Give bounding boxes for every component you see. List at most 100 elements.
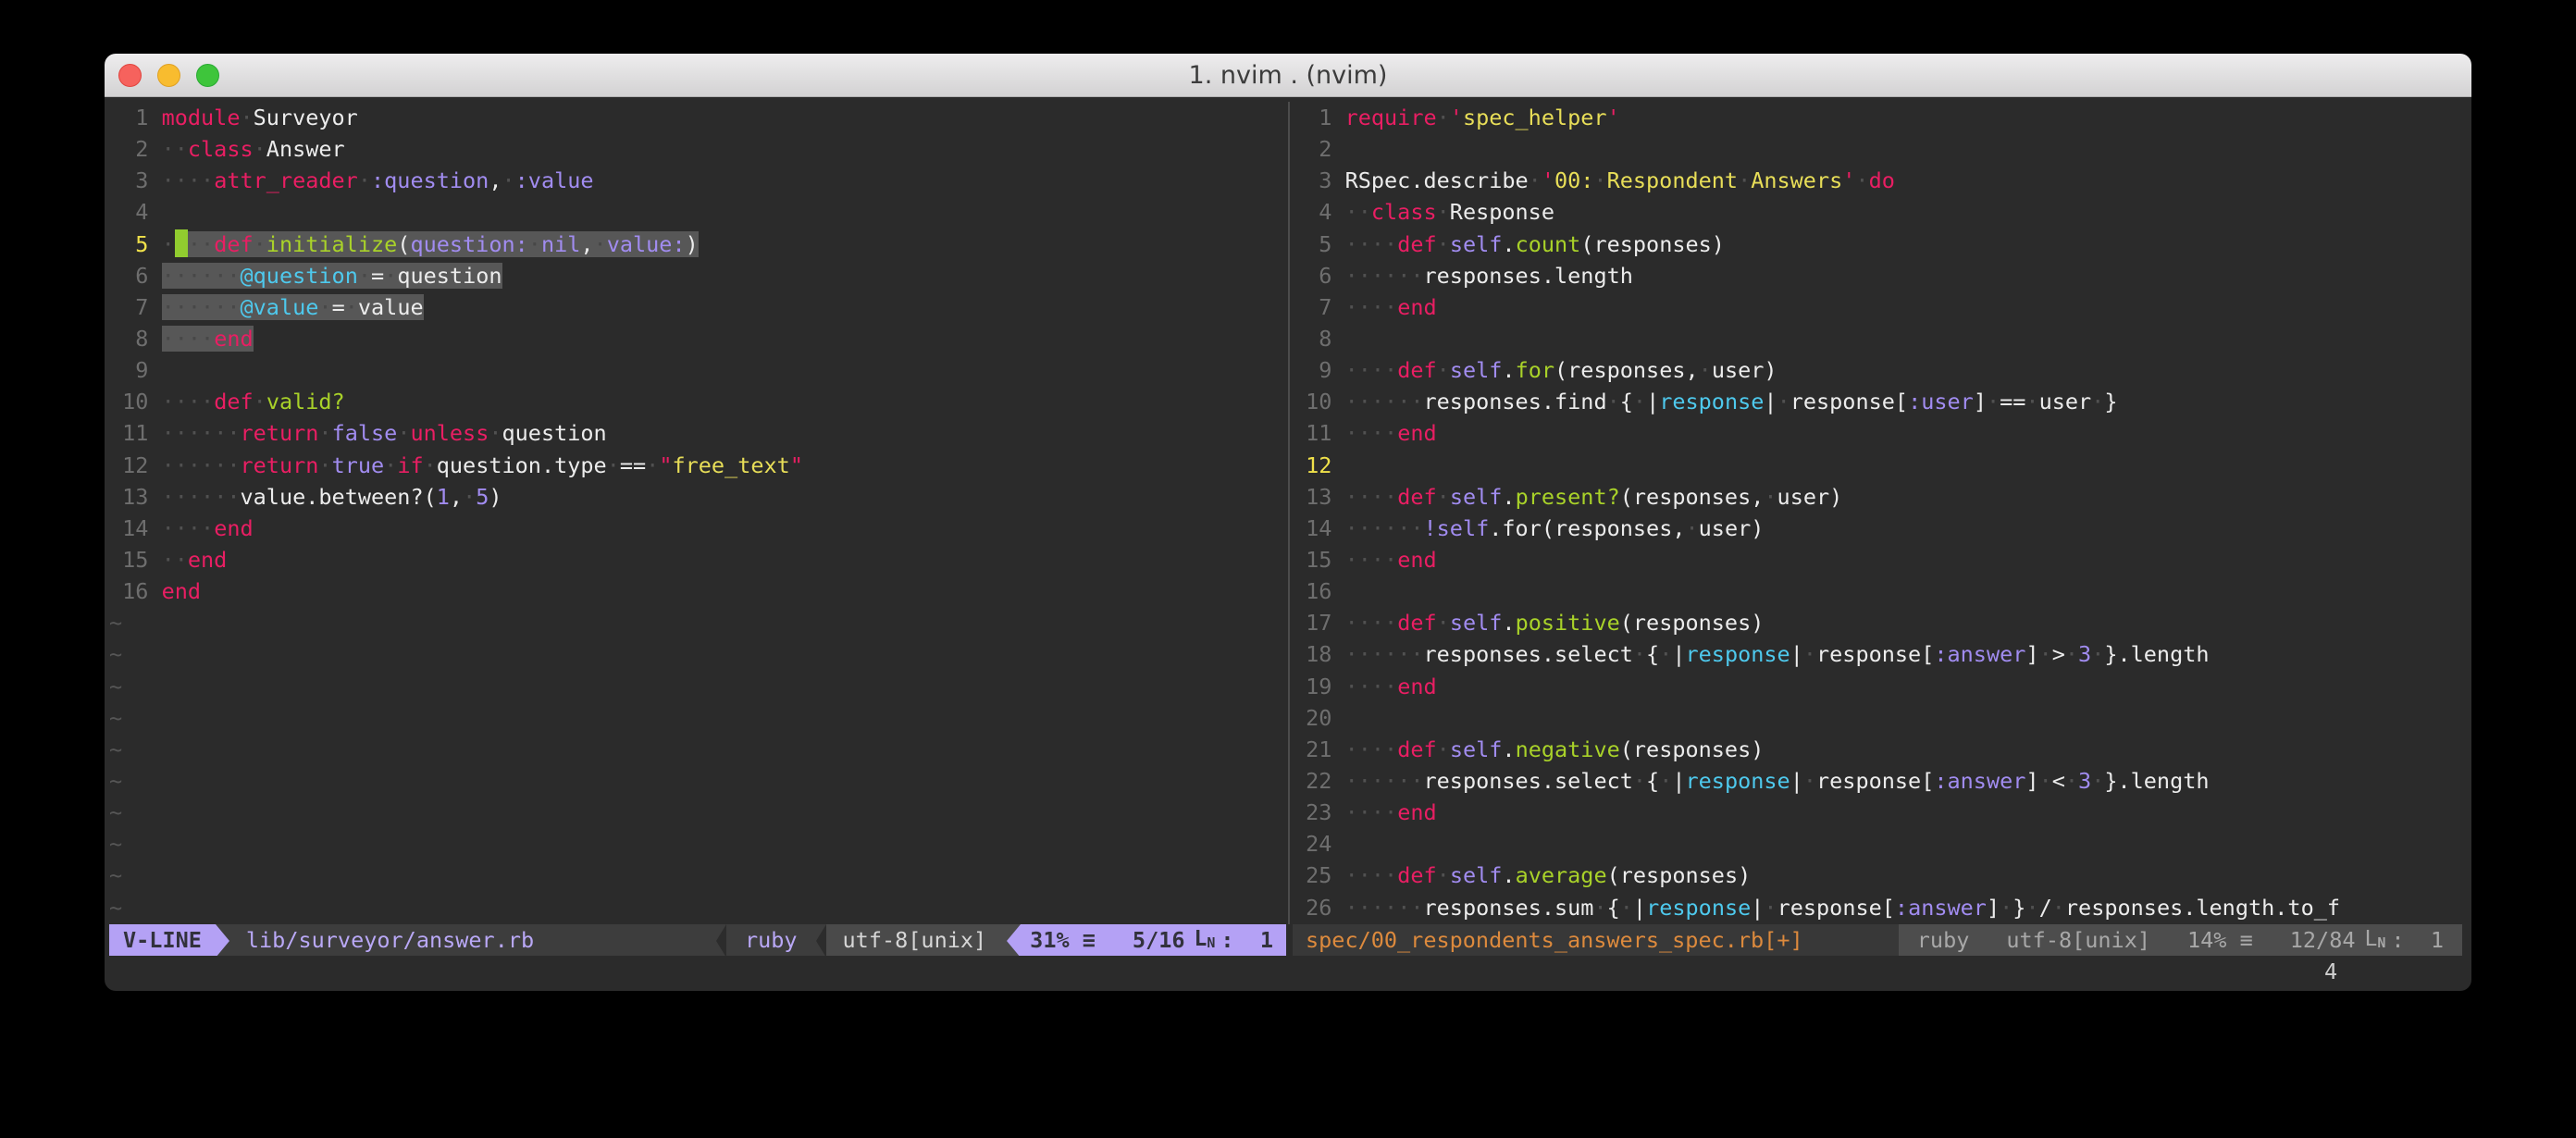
zoom-button-icon[interactable]: [196, 64, 219, 87]
code-token: ]·==·user·}: [1974, 389, 2118, 414]
code-token: ····: [1345, 736, 1398, 762]
showcmd-pending-count: 4: [2324, 956, 2337, 987]
code-token: false: [332, 420, 398, 446]
code-line: ~: [109, 765, 1286, 797]
code-token: class: [188, 136, 254, 162]
code-token: negative: [1516, 736, 1620, 762]
code-token: ': [1450, 105, 1463, 130]
line-number: 13: [109, 481, 148, 513]
code-token: 00:·Respondent·Answers: [1554, 167, 1842, 193]
code-token: (responses): [1620, 610, 1765, 636]
close-button-icon[interactable]: [118, 64, 142, 87]
code-token: self: [1450, 231, 1503, 257]
line-number: 21: [1293, 734, 1331, 765]
visual-selection: ······@question·=·question: [162, 263, 502, 289]
code-token: ······: [162, 452, 241, 478]
empty-line-tilde: ~: [109, 862, 122, 888]
code-token: question:: [410, 231, 527, 257]
code-token: ······responses.select·{·|: [1345, 768, 1686, 794]
code-token: response: [1686, 641, 1790, 667]
line-number: 6: [1293, 260, 1331, 291]
code-token: end: [1397, 799, 1436, 825]
powerline-separator-icon: [216, 924, 229, 956]
cursor-position-indicator: 31% ≡5/16LN: 1: [1021, 924, 1286, 956]
code-token: def: [214, 389, 253, 414]
code-line: 6······responses.length: [1293, 260, 2462, 291]
code-token: ····: [1345, 674, 1398, 699]
code-token: ······value.between?(: [162, 484, 437, 510]
code-token: ·: [528, 231, 541, 257]
code-token: average: [1516, 862, 1607, 888]
line-number: 5: [109, 229, 148, 260]
code-token: ·: [358, 167, 371, 193]
code-token: :answer: [1934, 768, 2025, 794]
line-number: 14: [109, 513, 148, 544]
code-token: ·: [384, 452, 397, 478]
code-line: 21····def·self.negative(responses): [1293, 734, 2462, 765]
code-token: valid?: [266, 389, 345, 414]
code-token: self: [1450, 484, 1503, 510]
code-token: ······responses.sum·{·|: [1345, 895, 1647, 921]
code-token: ): [489, 484, 502, 510]
line-number: 15: [109, 544, 148, 575]
code-token: attr_reader: [214, 167, 358, 193]
line-number: 14: [1293, 513, 1331, 544]
left-editor-pane[interactable]: 1module·Surveyor2··class·Answer3····attr…: [109, 102, 1286, 956]
code-token: |·response[: [1790, 768, 1935, 794]
code-token: (responses): [1607, 862, 1752, 888]
line-number: 13: [1293, 481, 1331, 513]
code-token: ,·: [580, 231, 606, 257]
code-token: :value: [515, 167, 594, 193]
window-titlebar[interactable]: 1. nvim . (nvim): [105, 54, 2471, 97]
code-token: ·: [1437, 105, 1450, 130]
code-token: ·: [1437, 736, 1450, 762]
line-number: 1: [1293, 102, 1331, 133]
line-number: 2: [109, 133, 148, 165]
inactive-filename: spec/00_respondents_answers_spec.rb[+]: [1293, 924, 1816, 956]
encoding-indicator: utf-8[unix]: [1988, 924, 2169, 956]
empty-line-tilde: ~: [109, 674, 122, 699]
code-token: ·: [1437, 862, 1450, 888]
code-token: end: [214, 515, 253, 541]
code-token: ····: [1345, 294, 1398, 320]
right-editor-pane[interactable]: 1require·'spec_helper'23RSpec.describe·'…: [1293, 102, 2462, 956]
code-token: ·: [254, 231, 266, 257]
code-line: 5···def·initialize(question:·nil,·value:…: [109, 229, 1286, 260]
visual-selection: ··def·initialize(question:·nil,·value:): [188, 231, 699, 257]
code-token: value:: [607, 231, 686, 257]
code-line: 24: [1293, 828, 2462, 860]
code-token: ·: [162, 231, 175, 257]
code-token: .: [1502, 484, 1515, 510]
code-token: ·: [318, 420, 331, 446]
code-token: ····: [1345, 610, 1398, 636]
code-line: 3····attr_reader·:question,·:value: [109, 165, 1286, 196]
code-line: 10······responses.find·{·|response|·resp…: [1293, 386, 2462, 417]
code-line: 15····end: [1293, 544, 2462, 575]
empty-line-tilde: ~: [109, 768, 122, 794]
code-line: ~: [109, 671, 1286, 702]
left-code-lines: 1module·Surveyor2··class·Answer3····attr…: [109, 102, 1286, 924]
statusline-spacer: [1816, 924, 1899, 956]
line-number: 4: [109, 196, 148, 228]
pane-divider[interactable]: [1286, 102, 1293, 956]
lines-icon: ≡: [1083, 927, 1096, 953]
code-token: ·: [1437, 610, 1450, 636]
code-token: ····: [162, 389, 215, 414]
filetype-indicator: ruby: [1899, 924, 1988, 956]
code-line: 11····end: [1293, 417, 2462, 449]
powerline-separator-icon: [1007, 924, 1021, 956]
code-token: .: [1502, 231, 1515, 257]
line-number: 10: [109, 386, 148, 417]
block-cursor: [175, 229, 188, 257]
vim-mode-indicator: V-LINE: [109, 924, 216, 956]
code-token: ,·: [450, 484, 476, 510]
code-token: (responses): [1580, 231, 1725, 257]
code-line: 25····def·self.average(responses): [1293, 860, 2462, 891]
code-token: ·question.type·==·: [424, 452, 660, 478]
code-token: :answer: [1895, 895, 1987, 921]
code-token: ····: [1345, 799, 1398, 825]
code-line: 26······responses.sum·{·|response|·respo…: [1293, 892, 2462, 923]
code-line: 3RSpec.describe·'00:·Respondent·Answers'…: [1293, 165, 2462, 196]
minimize-button-icon[interactable]: [157, 64, 180, 87]
code-line: ~: [109, 860, 1286, 891]
